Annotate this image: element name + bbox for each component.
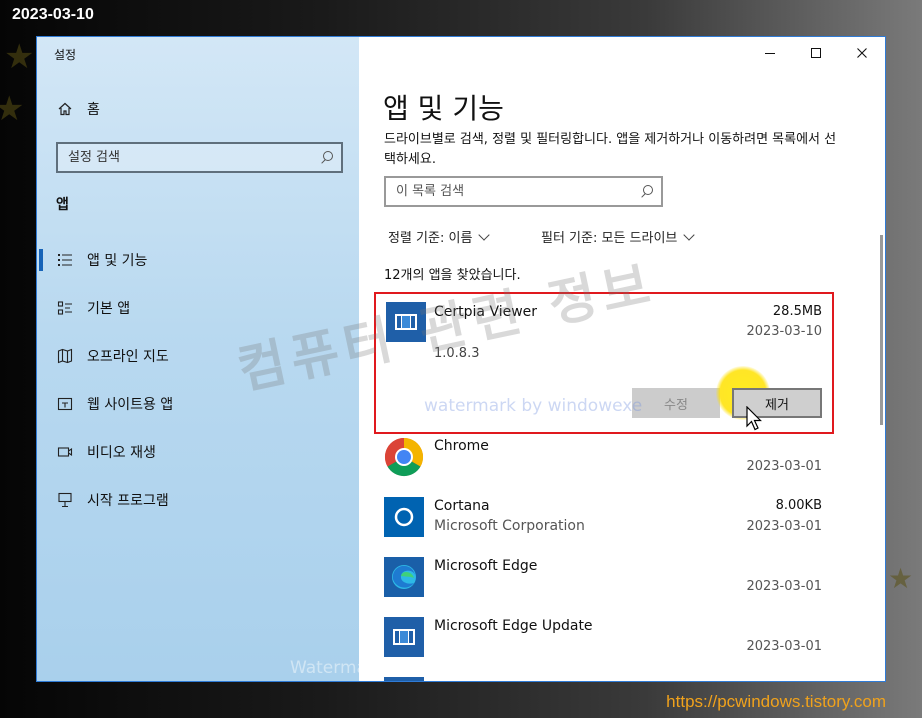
apps-features-icon <box>56 251 74 269</box>
app-icon <box>384 677 424 681</box>
sidebar-item-label: 앱 및 기능 <box>87 253 148 269</box>
filter-dropdown[interactable]: 필터 기준: 모든 드라이브 <box>541 227 697 246</box>
app-list-item-microsoft-edge-update[interactable]: Microsoft Edge Update 2023-03-01 <box>384 617 824 677</box>
certpia-viewer-icon <box>386 302 426 342</box>
cortana-icon <box>384 497 424 537</box>
settings-search-box[interactable] <box>56 142 343 173</box>
app-size: 8.00KB <box>775 498 822 513</box>
search-icon <box>320 151 333 164</box>
close-icon <box>857 48 867 58</box>
sidebar-item-label: 오프라인 지도 <box>87 349 169 365</box>
app-name: Cortana <box>434 498 490 514</box>
app-list-item-chrome[interactable]: Chrome 2023-03-01 <box>384 437 824 497</box>
app-publisher: Microsoft Corporation <box>434 518 585 534</box>
offline-maps-icon <box>56 347 74 365</box>
sidebar-item-label: 기본 앱 <box>87 301 131 317</box>
modify-button[interactable]: 수정 <box>632 388 720 418</box>
minimize-button[interactable] <box>747 37 793 69</box>
star-decoration-icon: ★ <box>0 89 25 129</box>
app-list-search-input[interactable] <box>386 178 661 205</box>
app-name: Chrome <box>434 438 489 454</box>
startup-icon <box>56 491 74 509</box>
star-decoration-icon: ★ <box>4 37 35 77</box>
selected-app-item[interactable]: Certpia Viewer 28.5MB 2023-03-10 1.0.8.3… <box>374 292 834 434</box>
window-controls <box>747 37 885 69</box>
sidebar-item-label: 비디오 재생 <box>87 445 156 461</box>
app-list-item-partial[interactable] <box>384 677 824 681</box>
star-decoration-icon: ★ <box>888 562 914 595</box>
app-date: 2023-03-01 <box>746 459 822 474</box>
app-name: Microsoft Edge Update <box>434 618 593 634</box>
page-description: 드라이브별로 검색, 정렬 및 필터링합니다. 앱을 제거하거나 이동하려면 목… <box>384 132 837 167</box>
site-url: https://pcwindows.tistory.com <box>666 692 886 711</box>
maximize-icon <box>811 48 821 58</box>
sidebar-item-default-apps[interactable]: 기본 앱 <box>37 292 359 324</box>
app-size: 28.5MB <box>772 304 822 319</box>
mouse-cursor-icon <box>746 406 762 431</box>
settings-search-input[interactable] <box>58 144 341 171</box>
app-list-search-box[interactable] <box>384 176 663 207</box>
date-stamp: 2023-03-10 <box>12 6 94 23</box>
sidebar-item-apps-for-websites[interactable]: 웹 사이트용 앱 <box>37 388 359 420</box>
sidebar-item-label: 웹 사이트용 앱 <box>87 397 174 413</box>
home-icon <box>56 100 74 118</box>
sidebar-item-offline-maps[interactable]: 오프라인 지도 <box>37 340 359 372</box>
app-date: 2023-03-01 <box>746 639 822 654</box>
sidebar-item-home[interactable]: 홈 <box>37 93 359 125</box>
chevron-down-icon <box>478 228 491 241</box>
sidebar-section-title: 앱 <box>56 197 69 213</box>
app-count-text: 12개의 앱을 찾았습니다. <box>384 268 521 283</box>
window-title: 설정 <box>54 48 77 62</box>
filter-dropdown-label: 필터 기준: 모든 드라이브 <box>541 231 678 246</box>
sidebar-item-startup[interactable]: 시작 프로그램 <box>37 484 359 516</box>
default-apps-icon <box>56 299 74 317</box>
close-button[interactable] <box>839 37 885 69</box>
microsoft-edge-icon <box>384 557 424 597</box>
sidebar-item-label: 시작 프로그램 <box>87 493 169 509</box>
app-version: 1.0.8.3 <box>434 346 480 361</box>
chevron-down-icon <box>683 228 696 241</box>
video-playback-icon <box>56 443 74 461</box>
app-date: 2023-03-01 <box>746 579 822 594</box>
app-list-item-microsoft-edge[interactable]: Microsoft Edge 2023-03-01 <box>384 557 824 617</box>
apps-for-websites-icon <box>56 395 74 413</box>
sort-dropdown-label: 정렬 기준: 이름 <box>388 231 473 246</box>
app-list-item-cortana[interactable]: Cortana Microsoft Corporation 8.00KB 202… <box>384 497 824 557</box>
app-name: Microsoft Edge <box>434 558 538 574</box>
settings-window: 설정 홈 앱 앱 및 기능 기본 앱 <box>36 36 886 682</box>
app-name: Certpia Viewer <box>434 304 538 320</box>
sidebar-item-apps-features[interactable]: 앱 및 기능 <box>37 244 359 276</box>
scrollbar[interactable] <box>880 235 883 425</box>
page-title: 앱 및 기능 <box>383 92 504 125</box>
app-date: 2023-03-10 <box>746 324 822 339</box>
search-icon <box>640 185 653 198</box>
minimize-icon <box>765 53 775 54</box>
sidebar: 설정 홈 앱 앱 및 기능 기본 앱 <box>37 37 359 681</box>
sort-dropdown[interactable]: 정렬 기준: 이름 <box>388 227 492 246</box>
chrome-icon <box>384 437 424 477</box>
maximize-button[interactable] <box>793 37 839 69</box>
sidebar-item-video-playback[interactable]: 비디오 재생 <box>37 436 359 468</box>
app-date: 2023-03-01 <box>746 519 822 534</box>
sidebar-item-label: 홈 <box>87 102 100 118</box>
microsoft-edge-update-icon <box>384 617 424 657</box>
